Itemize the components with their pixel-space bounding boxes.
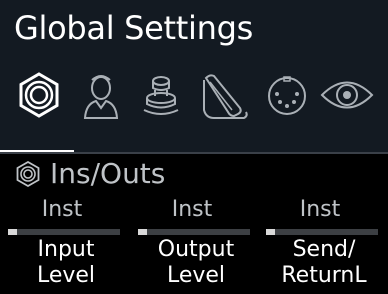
param-label-line1: Input <box>37 237 95 262</box>
param-input-level[interactable]: Inst Input Level <box>4 196 120 294</box>
param-level-fill <box>8 229 17 235</box>
param-send-return-level[interactable]: Inst Send/ ReturnL <box>262 196 378 294</box>
param-label-line2: ReturnL <box>281 263 367 288</box>
param-level-bar <box>266 229 378 235</box>
param-label-line1: Output <box>157 237 235 262</box>
param-label-line1: Send/ <box>292 237 356 262</box>
page-title: Global Settings <box>14 9 254 47</box>
eye-display-icon[interactable] <box>318 66 376 124</box>
footswitch-icon[interactable] <box>132 66 190 124</box>
settings-tab-bar <box>0 66 388 126</box>
param-level-fill <box>266 229 275 235</box>
divider <box>0 152 388 154</box>
global-settings-screen: Global Settings Ins/Outs Inst Input Leve… <box>0 0 388 294</box>
expression-pedal-icon[interactable] <box>196 66 254 124</box>
ins-outs-jack-icon[interactable] <box>10 66 68 124</box>
param-label: Send/ ReturnL <box>262 237 386 289</box>
param-level-bar <box>138 229 250 235</box>
param-level-fill <box>138 229 147 235</box>
param-value: Inst <box>171 197 213 222</box>
param-label-line2: Level <box>36 263 96 288</box>
section-title: Ins/Outs <box>50 157 166 190</box>
midi-din-icon[interactable] <box>258 66 316 124</box>
param-output-level[interactable]: Inst Output Level <box>134 196 250 294</box>
person-preferences-icon[interactable] <box>72 66 130 124</box>
header-panel: Global Settings <box>0 0 388 152</box>
ins-outs-jack-icon <box>16 160 40 188</box>
param-value: Inst <box>299 197 341 222</box>
param-value: Inst <box>41 197 83 222</box>
param-label: Output Level <box>134 237 258 289</box>
param-level-bar <box>8 229 120 235</box>
param-label: Input Level <box>4 237 128 289</box>
param-label-line2: Level <box>166 263 226 288</box>
